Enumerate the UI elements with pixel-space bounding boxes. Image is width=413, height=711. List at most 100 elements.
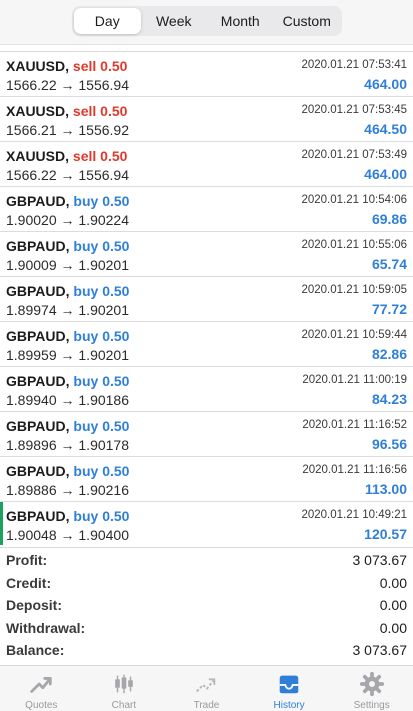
quotes-icon — [30, 677, 52, 693]
deal-prices: 1.89974 → 1.90201 — [6, 302, 129, 318]
tab-trade[interactable]: Trade — [165, 666, 248, 711]
deal-arrow: → — [60, 392, 75, 408]
tab-settings[interactable]: Settings — [330, 666, 413, 711]
deal-row[interactable]: GBPAUD, buy 0.50 1.90009 → 1.90201 2020.01… — [0, 232, 413, 277]
deal-row[interactable]: XAUUSD, sell 0.50 1566.22 → 1556.94 2020.0… — [0, 52, 413, 97]
deal-prices: 1566.22 → 1556.94 — [6, 77, 129, 93]
deal-close-price: 1.90186 — [78, 392, 129, 408]
deal-prices: 1.89896 → 1.90178 — [6, 437, 129, 453]
deals-list[interactable]: XAUUSD, sell 0.50 1566.22 → 1556.94 2020.0… — [0, 44, 413, 545]
deal-profit: 69.86 — [371, 211, 407, 227]
deal-open-price: 1.89940 — [6, 392, 57, 408]
deal-time: 2020.01.21 10:59:05 — [301, 284, 407, 296]
deal-row[interactable]: GBPAUD, buy 0.50 1.89940 → 1.90186 2020.01… — [0, 367, 413, 412]
tab-settings-label: Settings — [353, 700, 390, 711]
deal-row[interactable]: GBPAUD, buy 0.50 1.89959 → 1.90201 2020.01… — [0, 322, 413, 367]
deal-time: 2020.01.21 11:16:52 — [302, 419, 407, 431]
deal-side: sell — [72, 58, 97, 74]
deal-close-price: 1.90400 — [78, 527, 129, 543]
deal-prices: 1.90009 → 1.90201 — [6, 257, 129, 273]
deal-open-price: 1.90048 — [6, 527, 57, 543]
deal-volume: 0.50 — [102, 283, 130, 299]
tab-quotes-label: Quotes — [25, 700, 58, 711]
deal-prices: 1566.21 → 1556.92 — [6, 122, 129, 138]
deal-time: 2020.01.21 10:54:06 — [301, 194, 407, 206]
period-day-tab[interactable]: Day — [74, 8, 141, 34]
deal-profit: 82.86 — [371, 346, 407, 362]
deal-profit: 96.56 — [371, 436, 407, 452]
deal-title: GBPAUD, buy 0.50 — [6, 193, 129, 209]
deal-side: buy — [73, 418, 99, 434]
deal-open-price: 1.89896 — [6, 437, 57, 453]
deal-time: 2020.01.21 07:53:45 — [301, 104, 407, 116]
deal-row[interactable]: GBPAUD, buy 0.50 1.90048 → 1.90400 2020.01… — [0, 502, 413, 545]
deal-open-price: 1566.21 — [6, 122, 57, 138]
deal-profit: 464.50 — [364, 121, 407, 137]
deal-prices: 1566.22 → 1556.94 — [6, 167, 129, 183]
history-icon — [279, 675, 299, 694]
deal-profit: 77.72 — [371, 301, 407, 317]
deal-row[interactable]: GBPAUD, buy 0.50 1.89974 → 1.90201 2020.01… — [0, 277, 413, 322]
deal-title: XAUUSD, sell 0.50 — [6, 148, 127, 164]
deal-arrow: → — [60, 212, 75, 228]
deal-symbol: GBPAUD, — [6, 463, 70, 479]
deal-title: GBPAUD, buy 0.50 — [6, 328, 129, 344]
deal-time: 2020.01.21 07:53:49 — [301, 149, 407, 161]
deal-open-price: 1566.22 — [6, 167, 57, 183]
tab-trade-label: Trade — [193, 700, 220, 711]
deal-symbol: GBPAUD, — [6, 283, 70, 299]
deal-profit: 464.00 — [364, 166, 407, 182]
deal-title: GBPAUD, buy 0.50 — [6, 283, 129, 299]
deal-open-price: 1.89974 — [6, 302, 57, 318]
deal-time: 2020.01.21 10:49:21 — [301, 509, 407, 521]
deal-arrow: → — [60, 302, 75, 318]
summary-deposit-row: Deposit: 0.00 — [0, 593, 413, 616]
tab-history-label: History — [273, 700, 305, 711]
period-week-tab[interactable]: Week — [141, 8, 208, 34]
deal-title: GBPAUD, buy 0.50 — [6, 463, 129, 479]
summary-balance-value: 3 073.67 — [352, 642, 408, 658]
deal-time: 2020.01.21 07:53:41 — [301, 59, 407, 71]
deal-profit: 84.23 — [371, 391, 407, 407]
deal-row[interactable]: XAUUSD, sell 0.50 1566.21 → 1556.92 2020.0… — [0, 97, 413, 142]
deal-side: sell — [72, 103, 97, 119]
deal-arrow: → — [60, 347, 75, 363]
deal-open-price: 1.89959 — [6, 347, 57, 363]
deal-close-price: 1.90201 — [78, 257, 129, 273]
chart-icon — [115, 674, 133, 694]
deal-close-price: 1.90224 — [78, 212, 129, 228]
summary-credit-row: Credit: 0.00 — [0, 571, 413, 594]
deal-arrow: → — [60, 482, 75, 498]
summary-withdrawal-label: Withdrawal: — [6, 619, 86, 636]
deal-row[interactable]: GBPAUD, buy 0.50 1.89896 → 1.90178 2020.01… — [0, 412, 413, 457]
deal-time: 2020.01.21 11:00:19 — [302, 374, 407, 386]
deal-row[interactable]: GBPAUD, buy 0.50 1.89886 → 1.90216 2020.01… — [0, 457, 413, 502]
deal-arrow: → — [60, 437, 75, 453]
deal-row[interactable]: XAUUSD, sell 0.50 1566.22 → 1556.94 2020.0… — [0, 142, 413, 187]
deal-side: buy — [73, 193, 99, 209]
summary-credit-label: Credit: — [6, 574, 52, 591]
deal-profit: 120.57 — [364, 526, 407, 542]
tab-chart[interactable]: Chart — [83, 666, 166, 711]
deal-symbol: XAUUSD, — [6, 148, 70, 164]
deal-profit: 65.74 — [371, 256, 407, 272]
tab-history[interactable]: History — [248, 666, 331, 711]
period-custom-tab[interactable]: Custom — [274, 8, 341, 34]
tab-chart-label: Chart — [111, 700, 137, 711]
deal-open-price: 1.90020 — [6, 212, 57, 228]
deal-volume: 0.50 — [102, 193, 130, 209]
deal-title: XAUUSD, sell 0.50 — [6, 103, 127, 119]
period-month-tab[interactable]: Month — [207, 8, 274, 34]
deal-close-price: 1.90201 — [78, 302, 129, 318]
deal-volume: 0.50 — [100, 148, 128, 164]
deal-close-price: 1.90201 — [78, 347, 129, 363]
summary-profit-label: Profit: — [6, 552, 48, 568]
tab-quotes[interactable]: Quotes — [0, 666, 83, 711]
trade-icon — [196, 678, 216, 693]
deal-symbol: XAUUSD, — [6, 103, 70, 119]
deal-symbol: GBPAUD, — [6, 328, 70, 344]
deal-side: sell — [72, 148, 97, 164]
deal-title: GBPAUD, buy 0.50 — [6, 508, 129, 524]
deal-row[interactable]: GBPAUD, buy 0.50 1.90020 → 1.90224 2020.01… — [0, 187, 413, 232]
account-summary: Profit: 3 073.67 Credit: 0.00 Deposit: 0… — [0, 547, 413, 666]
